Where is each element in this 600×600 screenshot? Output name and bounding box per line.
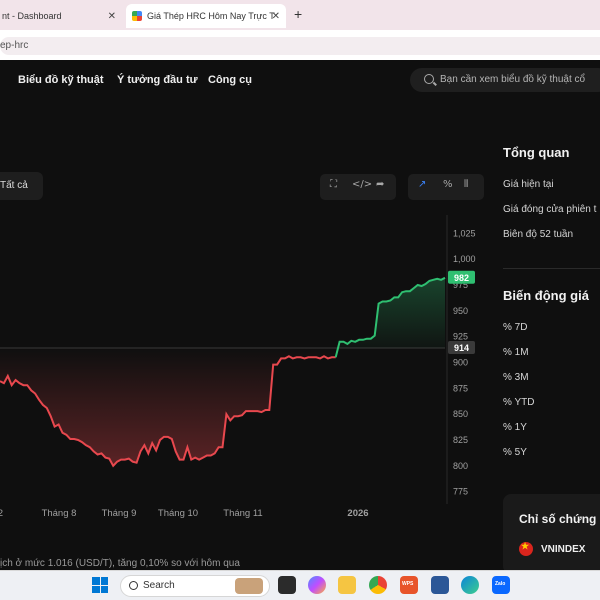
y-tick-label: 1,000 [453,254,476,264]
address-bar: ep-hrc [0,30,600,60]
new-tab-icon[interactable]: + [294,6,302,22]
price-change-title: Biến động giá [503,288,589,303]
file-explorer-icon[interactable] [278,576,296,594]
overview-row: Biên độ 52 tuần [503,229,574,240]
close-icon[interactable]: ✕ [108,11,116,22]
price-change-row: % 1M [503,347,529,358]
x-tick-label: Tháng 8 [42,508,77,519]
y-tick-label: 825 [453,435,468,445]
word-icon[interactable] [431,576,449,594]
line-chart-icon[interactable]: ↗ [418,179,426,190]
taskbar-search-label: Search [143,580,175,591]
search-icon [424,74,434,84]
y-tick-label: 850 [453,409,468,419]
nav-tools[interactable]: Công cụ [208,74,252,86]
edge-icon[interactable] [461,576,479,594]
indices-title: Chỉ số chứng [519,512,597,526]
y-tick-label: 875 [453,383,468,393]
compare-icon[interactable]: ⫴ [464,179,468,190]
overview-row: Giá đóng cửa phiên t [503,204,597,215]
panel-divider [503,268,600,269]
chart-tools-left: ⛶ </> ➦ [320,174,396,200]
search-input[interactable]: Bạn cần xem biểu đồ kỹ thuật cổ [410,68,600,92]
share-icon[interactable]: ➦ [376,179,384,190]
close-icon[interactable]: ✕ [272,11,280,22]
url-field[interactable]: ep-hrc [0,37,600,55]
baseline-label: 914 [454,343,469,353]
y-tick-label: 925 [453,332,468,342]
index-name: VNINDEX [541,543,586,555]
chart-tools-right: ↗ % ⫴ [408,174,484,200]
overview-row: Giá hiện tại [503,179,554,190]
index-item-vnindex[interactable]: VNINDEX [519,541,586,556]
search-highlight-icon [235,578,263,594]
x-tick-label: Tháng 10 [158,508,198,519]
embed-code-icon[interactable]: </> [352,179,372,190]
browser-tab-strip: nt - Dashboard ✕ Giá Thép HRC Hôm Nay Tr… [0,0,600,30]
search-icon [129,581,138,590]
price-chart[interactable]: 7758008258508759009259509751,0001,025 2T… [0,215,490,525]
price-change-row: % YTD [503,397,535,408]
browser-tab-dashboard[interactable]: nt - Dashboard ✕ [0,4,122,28]
x-tick-label: Tháng 11 [223,508,262,519]
folder-icon[interactable] [338,576,356,594]
taskbar-search[interactable]: Search [120,575,270,597]
above-area [335,277,445,358]
y-tick-label: 1,025 [453,228,476,238]
zalo-label: Zalo [495,581,506,587]
y-tick-label: 900 [453,358,468,368]
y-tick-label: 775 [453,487,468,497]
price-change-row: % 5Y [503,447,527,458]
price-change-row: % 1Y [503,422,527,433]
chrome-icon[interactable] [369,576,387,594]
overview-title: Tổng quan [503,145,570,160]
nav-technical-charts[interactable]: Biểu đồ kỹ thuật [18,74,104,86]
taskbar: Search WPS Zalo [0,570,600,600]
indices-card: Chỉ số chứng VNINDEX [503,494,600,574]
vietnam-flag-icon [519,541,533,556]
search-placeholder: Bạn cần xem biểu đồ kỹ thuật cổ [440,74,586,85]
site-favicon-icon [132,11,142,21]
tab-title: nt - Dashboard [2,11,62,21]
copilot-icon[interactable] [308,576,326,594]
x-tick-label: 2 [0,508,3,519]
y-tick-label: 800 [453,461,468,471]
x-tick-label: Tháng 9 [102,508,137,519]
below-area [0,348,336,466]
browser-tab-active[interactable]: Giá Thép HRC Hôm Nay Trực Tu ✕ [126,4,286,28]
last-price-label: 982 [454,273,469,283]
filter-all-button[interactable]: Tất cả [0,172,43,200]
price-change-row: % 7D [503,322,528,333]
percent-icon[interactable]: % [443,179,453,190]
wps-label: WPS [402,581,414,587]
nav-investment-ideas[interactable]: Ý tưởng đầu tư [117,74,198,86]
price-change-row: % 3M [503,372,529,383]
windows-start-icon[interactable] [92,577,108,593]
fullscreen-icon[interactable]: ⛶ [330,179,337,190]
tab-title: Giá Thép HRC Hôm Nay Trực Tu [147,11,275,21]
x-tick-label: 2026 [347,508,368,519]
chart-caption: ịch ở mức 1.016 (USD/T), tăng 0,10% so v… [0,558,240,569]
y-tick-label: 950 [453,306,468,316]
